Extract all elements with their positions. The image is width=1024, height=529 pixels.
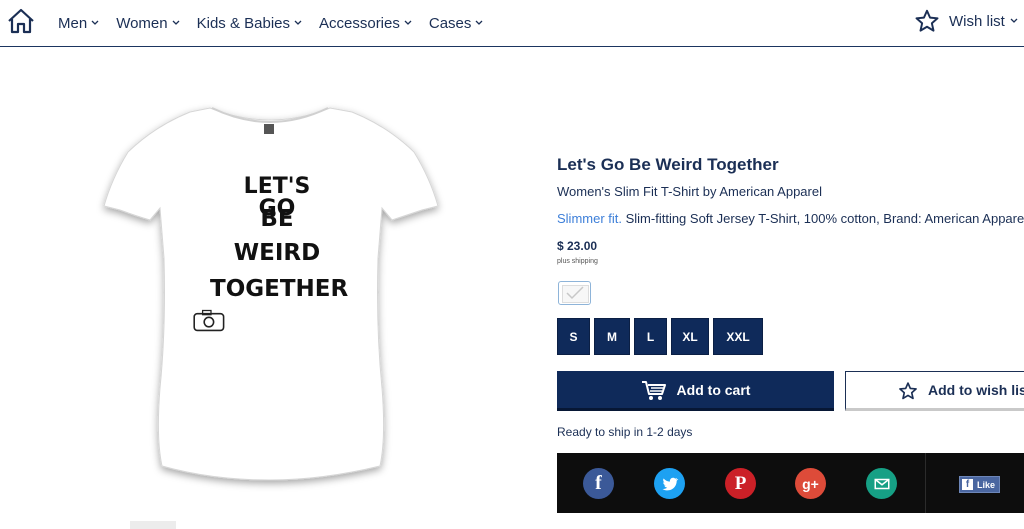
- nav-cases-label: Cases: [428, 14, 472, 32]
- color-swatch-white[interactable]: [558, 281, 591, 305]
- facebook-icon: f: [962, 479, 973, 490]
- chevron-down-icon: [294, 20, 302, 25]
- size-s-button[interactable]: S: [557, 318, 590, 355]
- ship-time-note: Ready to ship in 1-2 days: [557, 425, 693, 439]
- googleplus-share-icon[interactable]: g+: [795, 468, 826, 499]
- nav-accessories[interactable]: Accessories: [319, 15, 412, 32]
- wishlist-link[interactable]: Wish list: [914, 8, 1018, 34]
- chevron-down-icon: [475, 20, 483, 25]
- email-icon: [874, 478, 889, 489]
- email-share-icon[interactable]: [866, 468, 897, 499]
- thumbnail-strip[interactable]: [130, 521, 176, 529]
- check-icon: [566, 286, 584, 300]
- product-price: $ 23.00: [557, 239, 598, 253]
- add-to-cart-label: Add to cart: [676, 381, 751, 398]
- pinterest-share-icon[interactable]: P: [725, 468, 756, 499]
- size-xxl-button[interactable]: XXL: [713, 318, 763, 355]
- size-xl-button[interactable]: XL: [671, 318, 709, 355]
- social-share-bar: f P g+ f Like: [557, 453, 1024, 513]
- product-description: Slimmer fit. Slim-fitting Soft Jersey T-…: [557, 211, 1024, 226]
- print-line-2: BE: [260, 206, 294, 232]
- twitter-icon: [662, 477, 678, 490]
- size-m-button[interactable]: M: [594, 318, 630, 355]
- shipping-note: plus shipping: [557, 258, 598, 265]
- chevron-down-icon: [404, 20, 412, 25]
- chevron-down-icon: [172, 20, 180, 25]
- share-divider: [925, 453, 926, 513]
- fit-description: Slim-fitting Soft Jersey T-Shirt, 100% c…: [622, 211, 1024, 226]
- product-image[interactable]: LET'S GO BE WEIRD TOGETHER: [52, 68, 488, 524]
- product-title: Let's Go Be Weird Together: [557, 155, 779, 174]
- nav-kids-babies[interactable]: Kids & Babies: [197, 15, 302, 32]
- chevron-down-icon: [91, 20, 99, 25]
- cart-icon: [641, 380, 666, 400]
- wishlist-label: Wish list: [949, 12, 1005, 30]
- slimmer-fit-link[interactable]: Slimmer fit.: [557, 211, 622, 226]
- print-line-4: TOGETHER: [210, 276, 349, 302]
- nav-men[interactable]: Men: [58, 15, 99, 32]
- product-subtitle: Women's Slim Fit T-Shirt by American App…: [557, 184, 822, 199]
- facebook-share-icon[interactable]: f: [583, 468, 614, 499]
- add-to-wishlist-button[interactable]: Add to wish list: [845, 371, 1024, 411]
- add-to-cart-button[interactable]: Add to cart: [557, 371, 834, 411]
- print-line-3: WEIRD: [233, 240, 321, 266]
- facebook-like-button[interactable]: f Like: [959, 476, 1001, 493]
- nav-cases[interactable]: Cases: [429, 15, 484, 32]
- site-header: Men Women Kids & Babies Accessories Case…: [0, 0, 1024, 47]
- size-selector: S M L XL XXL: [557, 318, 767, 355]
- twitter-share-icon[interactable]: [654, 468, 685, 499]
- home-icon[interactable]: [6, 7, 36, 35]
- star-icon: [899, 382, 917, 400]
- main-nav: Men Women Kids & Babies Accessories Case…: [58, 0, 500, 46]
- nav-kids-babies-label: Kids & Babies: [196, 14, 290, 32]
- chevron-down-icon: [1010, 18, 1018, 23]
- nav-men-label: Men: [58, 14, 88, 32]
- camera-logo-icon: [193, 309, 225, 332]
- nav-accessories-label: Accessories: [319, 14, 400, 32]
- star-icon: [915, 9, 939, 32]
- add-to-wishlist-label: Add to wish list: [928, 382, 1024, 398]
- nav-women[interactable]: Women: [116, 14, 180, 32]
- nav-women-label: Women: [116, 14, 168, 32]
- size-l-button[interactable]: L: [634, 318, 667, 355]
- like-label: Like: [977, 479, 996, 490]
